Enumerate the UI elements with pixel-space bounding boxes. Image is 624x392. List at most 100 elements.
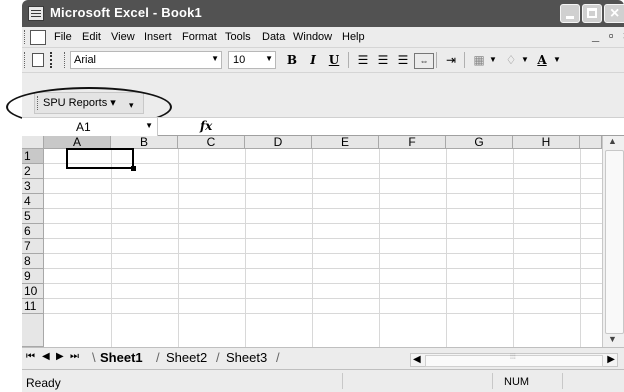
align-center-icon[interactable]: ☰: [374, 51, 392, 69]
workbook-window-controls[interactable]: _ ▫ ×: [592, 28, 624, 43]
menu-window[interactable]: Window: [293, 31, 332, 43]
gridline: [44, 253, 602, 254]
next-sheet-icon[interactable]: ▶: [56, 351, 64, 362]
toolbar-grip[interactable]: [24, 52, 28, 68]
menu-help[interactable]: Help: [342, 31, 365, 43]
row-header-10[interactable]: 10: [22, 284, 44, 299]
font-name-dropdown[interactable]: Arial ▼: [70, 51, 222, 69]
last-sheet-icon[interactable]: ⏭: [70, 351, 79, 362]
column-header-g[interactable]: G: [446, 136, 513, 149]
column-header-e[interactable]: E: [312, 136, 379, 149]
grip-icon: ⁞⁞⁞: [510, 354, 516, 361]
spu-reports-toolbar: SPU Reports ▾ ▾: [34, 92, 144, 114]
spu-toolbar-grip[interactable]: [37, 96, 41, 110]
custom-toolbar-area: SPU Reports ▾ ▾: [22, 73, 624, 117]
italic-button[interactable]: I: [306, 51, 320, 69]
vertical-scroll-thumb[interactable]: [605, 150, 624, 334]
minimize-button[interactable]: [560, 4, 580, 23]
tab-sheet3[interactable]: Sheet3: [226, 350, 267, 365]
new-document-icon[interactable]: [32, 53, 44, 67]
prev-sheet-icon[interactable]: ◀: [42, 351, 50, 362]
menu-file[interactable]: File: [54, 31, 72, 43]
increase-indent-icon[interactable]: ⇥: [442, 51, 460, 69]
menu-grip[interactable]: [24, 30, 28, 44]
vertical-scrollbar[interactable]: ▲ ▼: [602, 136, 624, 347]
maximize-button[interactable]: [582, 4, 602, 23]
fill-color-icon[interactable]: ♢: [502, 51, 520, 69]
horizontal-scroll-thumb[interactable]: ⁞⁞⁞: [425, 354, 603, 367]
column-header-c[interactable]: C: [178, 136, 245, 149]
minimize-icon: [566, 16, 574, 19]
status-bar: Ready NUM: [22, 369, 624, 392]
menu-data[interactable]: Data: [262, 31, 285, 43]
column-header-d[interactable]: D: [245, 136, 312, 149]
row-header-3[interactable]: 3: [22, 179, 44, 194]
select-all-corner[interactable]: [22, 136, 44, 149]
insert-function-button[interactable]: fx: [200, 119, 212, 133]
row-header-6[interactable]: 6: [22, 224, 44, 239]
gridline: [44, 238, 602, 239]
row-header-partial[interactable]: [22, 314, 44, 347]
chevron-down-icon[interactable]: ▼: [552, 51, 562, 69]
tab-sheet1[interactable]: Sheet1: [100, 350, 143, 365]
chevron-down-icon[interactable]: ▼: [520, 51, 530, 69]
row-header-8[interactable]: 8: [22, 254, 44, 269]
excel-app-icon[interactable]: [28, 6, 44, 21]
row-header-11[interactable]: 11: [22, 299, 44, 314]
menu-bar: File Edit View Insert Format Tools Data …: [22, 27, 624, 48]
borders-icon[interactable]: ▦: [470, 51, 488, 69]
scroll-left-icon[interactable]: ◀: [413, 354, 421, 365]
align-right-icon[interactable]: ☰: [394, 51, 412, 69]
sheet-tab-bar: ⏮ ◀ ▶ ⏭ \ Sheet1 / Sheet2 / Sheet3 / ◀ ⁞…: [22, 347, 624, 369]
horizontal-scrollbar[interactable]: ◀ ⁞⁞⁞ ▶: [410, 353, 618, 367]
formula-input[interactable]: [218, 118, 624, 136]
menu-format[interactable]: Format: [182, 31, 217, 43]
underline-button[interactable]: U: [326, 51, 342, 69]
menu-insert[interactable]: Insert: [144, 31, 172, 43]
row-header-2[interactable]: 2: [22, 164, 44, 179]
title-bar[interactable]: Microsoft Excel - Book1 ×: [22, 0, 624, 27]
name-box[interactable]: A1 ▼: [22, 118, 158, 136]
tab-divider: /: [216, 350, 220, 365]
column-header-h[interactable]: H: [513, 136, 580, 149]
tab-divider: /: [156, 350, 160, 365]
font-color-button[interactable]: A: [534, 51, 550, 69]
chevron-down-icon: ▼: [211, 54, 219, 63]
first-sheet-icon[interactable]: ⏮: [26, 351, 35, 362]
close-button[interactable]: ×: [604, 4, 624, 23]
row-header-5[interactable]: 5: [22, 209, 44, 224]
chevron-down-icon[interactable]: ▼: [488, 51, 498, 69]
scroll-up-icon[interactable]: ▲: [608, 136, 617, 146]
align-left-icon[interactable]: ☰: [354, 51, 372, 69]
column-header-f[interactable]: F: [379, 136, 446, 149]
toolbar-grip-2[interactable]: [64, 52, 68, 68]
row-header-1[interactable]: 1: [22, 149, 44, 164]
merge-center-icon[interactable]: ⇔: [414, 53, 434, 69]
scroll-right-icon[interactable]: ▶: [607, 354, 615, 365]
toolbar-options-chevron-icon[interactable]: ▾: [129, 100, 134, 111]
toolbar-options-icon[interactable]: [50, 52, 58, 68]
gridline: [44, 223, 602, 224]
status-panel: [342, 373, 493, 389]
bold-button[interactable]: B: [284, 51, 300, 69]
row-header-4[interactable]: 4: [22, 194, 44, 209]
gridline: [44, 298, 602, 299]
gridline: [44, 178, 602, 179]
row-header-9[interactable]: 9: [22, 269, 44, 284]
tab-sheet2[interactable]: Sheet2: [166, 350, 207, 365]
gridline: [44, 283, 602, 284]
menu-tools[interactable]: Tools: [225, 31, 251, 43]
menu-view[interactable]: View: [111, 31, 135, 43]
spu-reports-menu-button[interactable]: SPU Reports ▾: [43, 96, 116, 109]
menu-edit[interactable]: Edit: [82, 31, 101, 43]
active-cell-a1[interactable]: [66, 148, 136, 171]
scroll-down-icon[interactable]: ▼: [608, 334, 617, 344]
name-box-value: A1: [76, 120, 91, 134]
row-header-7[interactable]: 7: [22, 239, 44, 254]
font-size-dropdown[interactable]: 10 ▼: [228, 51, 276, 69]
workbook-icon[interactable]: [30, 30, 46, 45]
maximize-icon: [587, 8, 597, 18]
column-header-partial[interactable]: [580, 136, 602, 149]
num-lock-indicator: NUM: [504, 376, 530, 388]
toolbar-separator: [348, 52, 349, 68]
